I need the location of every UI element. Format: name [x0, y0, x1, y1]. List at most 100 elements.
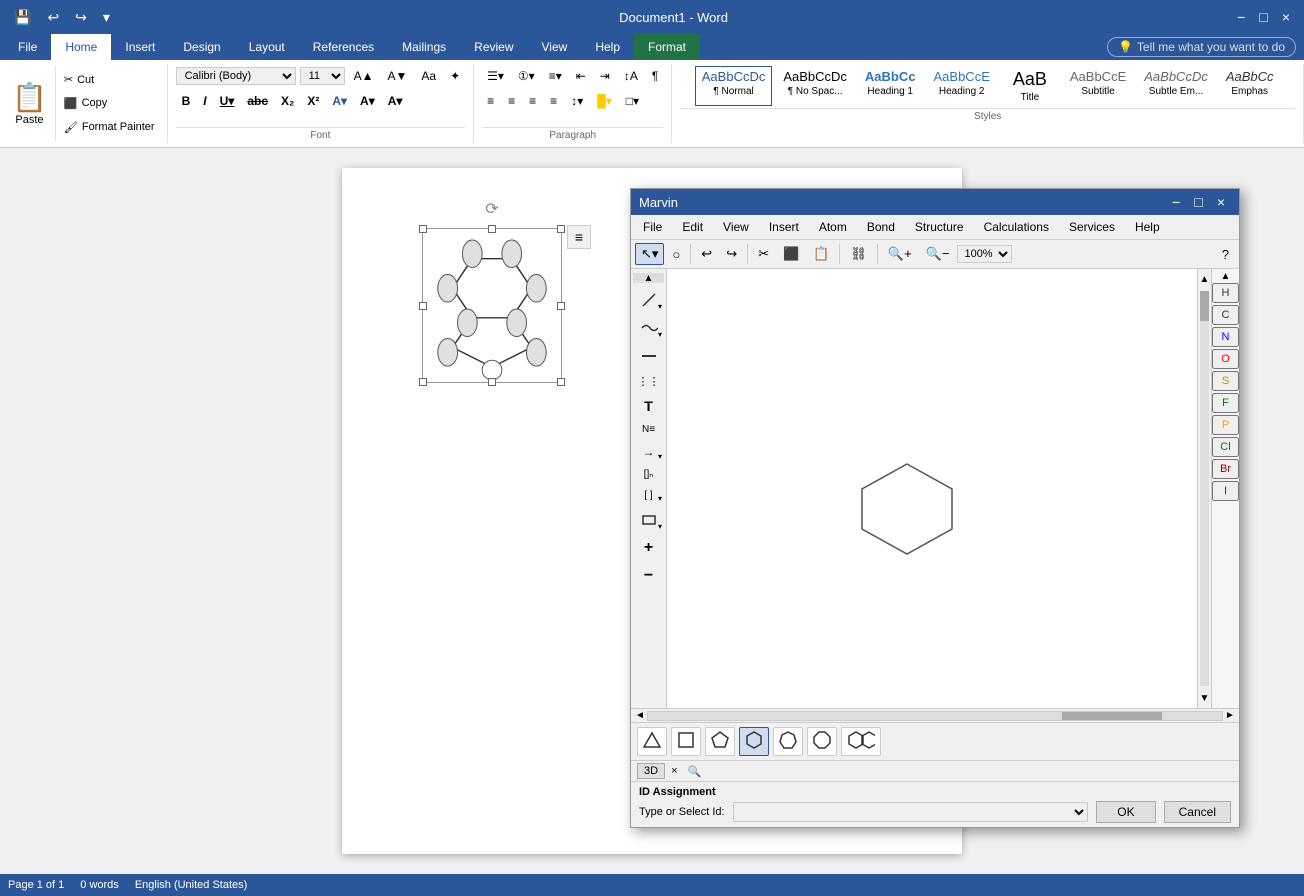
element-O-btn[interactable]: O	[1212, 349, 1239, 369]
element-N-btn[interactable]: N	[1212, 327, 1239, 347]
font-size-select[interactable]: 11 12 14	[300, 67, 345, 85]
font-grow-btn[interactable]: A▲	[349, 66, 379, 86]
tab-format[interactable]: Format	[634, 34, 700, 60]
marvin-menu-calculations[interactable]: Calculations	[974, 217, 1059, 237]
justify-btn[interactable]: ≡	[545, 91, 562, 111]
id-ok-btn[interactable]: OK	[1096, 801, 1155, 823]
arrow-btn[interactable]: → ▾	[633, 441, 664, 463]
tab-mailings[interactable]: Mailings	[388, 34, 460, 60]
marvin-hscroll[interactable]: ◄ ►	[631, 708, 1239, 722]
maximize-btn[interactable]: □	[1253, 7, 1273, 27]
shape-pentagon-btn[interactable]	[705, 727, 735, 756]
shape-square-btn[interactable]	[671, 727, 701, 756]
rectangle-btn[interactable]: ▾	[633, 507, 664, 533]
change-case-btn[interactable]: Aa	[416, 66, 441, 86]
cut-button[interactable]: ✂ Cut	[60, 71, 159, 88]
element-Br-btn[interactable]: Br	[1212, 459, 1239, 479]
marvin-chain-btn[interactable]: ⛓	[844, 243, 873, 265]
hscroll-track[interactable]	[647, 711, 1223, 721]
sort-btn[interactable]: ↕A	[619, 66, 643, 86]
shape-benzene-btn[interactable]	[841, 727, 881, 756]
element-F-btn[interactable]: F	[1212, 393, 1239, 413]
element-Cl-btn[interactable]: Cl	[1212, 437, 1239, 457]
multilevel-btn[interactable]: ≡▾	[544, 66, 567, 86]
marvin-menu-structure[interactable]: Structure	[905, 217, 974, 237]
superscript-button[interactable]: X²	[301, 91, 325, 111]
element-I-btn[interactable]: I	[1212, 481, 1239, 501]
line-spacing-btn[interactable]: ↕▾	[566, 91, 588, 111]
strikethrough-button[interactable]: abc	[241, 91, 274, 111]
save-btn[interactable]: 💾	[8, 7, 37, 28]
marvin-menu-file[interactable]: File	[633, 217, 672, 237]
style-subtle-em[interactable]: AaBbCcDc Subtle Em...	[1137, 66, 1215, 106]
bond-wave-btn[interactable]: ▾	[633, 315, 664, 341]
underline-button[interactable]: U▾	[214, 91, 241, 111]
grid-btn[interactable]: ⋮⋮	[633, 371, 664, 392]
vscroll-down-btn[interactable]: ▼	[1198, 688, 1211, 708]
close-btn[interactable]: ×	[1276, 7, 1296, 27]
id-cancel-btn[interactable]: Cancel	[1164, 801, 1231, 823]
vscroll-thumb[interactable]	[1200, 291, 1209, 321]
element-P-btn[interactable]: P	[1212, 415, 1239, 435]
numbering-btn[interactable]: ①▾	[513, 66, 540, 86]
customize-btn[interactable]: ▾	[97, 7, 116, 28]
bracket-n-btn[interactable]: []ₙ	[633, 465, 664, 484]
marvin-menu-view[interactable]: View	[713, 217, 759, 237]
shape-triangle-btn[interactable]	[637, 727, 667, 756]
nitrogen-chain-btn[interactable]: N≡	[633, 420, 664, 439]
marvin-zoom-select[interactable]: 100% 50% 75% 125% 150%	[957, 245, 1012, 263]
clear-format-btn[interactable]: ✦	[445, 66, 465, 86]
marvin-select-tool[interactable]: ↖▾	[635, 243, 664, 265]
eraser-btn[interactable]	[633, 343, 664, 369]
style-subtitle[interactable]: AaBbCcE Subtitle	[1063, 66, 1133, 106]
undo-btn[interactable]: ↩	[41, 7, 65, 28]
marvin-vscroll[interactable]: ▲ ▼	[1197, 269, 1211, 708]
vscroll-up-btn[interactable]: ▲	[1198, 269, 1211, 289]
object-action-btn[interactable]: ≡	[567, 225, 591, 249]
marvin-3d-btn[interactable]: 3D	[637, 763, 665, 779]
marvin-menu-services[interactable]: Services	[1059, 217, 1125, 237]
text-effects-button[interactable]: A▾	[382, 91, 409, 111]
tab-file[interactable]: File	[4, 34, 51, 60]
marvin-paste-btn[interactable]: 📋	[807, 243, 835, 265]
hscroll-right-btn[interactable]: ►	[1223, 710, 1237, 721]
format-painter-button[interactable]: 🖌 Format Painter	[60, 119, 159, 136]
marvin-menu-bond[interactable]: Bond	[857, 217, 905, 237]
plus-btn[interactable]: +	[633, 535, 664, 561]
bold-button[interactable]: B	[176, 91, 197, 111]
marvin-redo-btn[interactable]: ↪	[720, 243, 743, 265]
style-emphasis[interactable]: AaBbCc Emphas	[1219, 66, 1281, 106]
style-heading1[interactable]: AaBbCc Heading 1	[858, 66, 923, 106]
increase-indent-btn[interactable]: ⇥	[595, 66, 615, 86]
style-heading2[interactable]: AaBbCcE Heading 2	[927, 66, 997, 106]
shape-heptagon-btn[interactable]	[773, 727, 803, 756]
marvin-menu-insert[interactable]: Insert	[759, 217, 809, 237]
font-family-select[interactable]: Calibri (Body)	[176, 67, 296, 85]
tab-review[interactable]: Review	[460, 34, 527, 60]
style-no-spacing[interactable]: AaBbCcDc ¶ No Spac...	[776, 66, 854, 106]
paste-button[interactable]: 📋 Paste	[4, 66, 56, 141]
marvin-zoomin-btn[interactable]: 🔍+	[882, 243, 918, 265]
tab-design[interactable]: Design	[169, 34, 234, 60]
style-normal[interactable]: AaBbCcDc ¶ Normal	[695, 66, 773, 106]
element-C-btn[interactable]: C	[1212, 305, 1239, 325]
align-center-btn[interactable]: ≡	[503, 91, 520, 111]
bullets-btn[interactable]: ☰▾	[482, 66, 509, 86]
tab-home[interactable]: Home	[51, 34, 111, 60]
shading-btn[interactable]: █▾	[592, 91, 617, 111]
tab-view[interactable]: View	[528, 34, 582, 60]
id-select[interactable]	[733, 802, 1089, 822]
bracket-btn[interactable]: [ ] ▾	[633, 486, 664, 505]
element-S-btn[interactable]: S	[1212, 371, 1239, 391]
marvin-menu-help[interactable]: Help	[1125, 217, 1170, 237]
hscroll-thumb[interactable]	[1062, 712, 1162, 720]
marvin-lasso-tool[interactable]: ○	[666, 244, 686, 265]
marvin-dialog[interactable]: Marvin − □ × File Edit View Insert Atom …	[630, 188, 1240, 828]
shape-octagon-btn[interactable]	[807, 727, 837, 756]
text-highlight-button[interactable]: A▾	[326, 91, 353, 111]
redo-btn[interactable]: ↪	[69, 7, 93, 28]
text-tool-btn[interactable]: T	[633, 394, 664, 418]
decrease-indent-btn[interactable]: ⇤	[571, 66, 591, 86]
embedded-object[interactable]: ⟳ ≡	[422, 228, 562, 383]
marvin-menu-edit[interactable]: Edit	[672, 217, 713, 237]
